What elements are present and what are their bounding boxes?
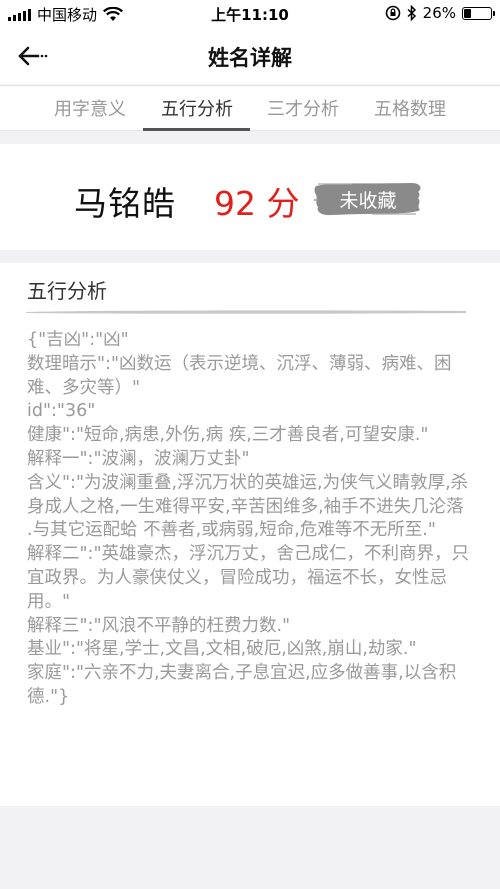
analysis-line: id":"36" [27, 401, 96, 422]
favorite-button[interactable]: 未收藏 [312, 180, 424, 218]
battery-percent: 26% [422, 4, 456, 22]
analysis-line: 解释二":"英雄豪杰，浮沉万丈，舍己成仁，不利商界，只宜政界。为人豪侠仗义，冒险… [27, 544, 469, 612]
battery-fill [464, 8, 471, 18]
tab-character-meaning[interactable]: 用字意义 [50, 95, 130, 121]
page-title: 姓名详解 [208, 46, 292, 70]
name-card: 马铭皓 92 分 未收藏 [0, 144, 500, 250]
orientation-lock-icon [385, 5, 400, 21]
battery-icon [462, 6, 495, 20]
status-right: 26% [385, 4, 495, 22]
analysis-line: 健康":"短命,病患,外伤,病 疾,三才善良者,可望安康." [27, 425, 429, 446]
favorite-label: 未收藏 [339, 189, 397, 212]
status-bar: 中国移动 上午11:10 26% [0, 0, 500, 28]
analysis-line: 解释三":"风浪不平静的枉费力数." [27, 615, 291, 636]
analysis-section: 五行分析 {"吉凶":"凶" 数理暗示":"凶数运（表示逆境、沉浮、薄弱、病难、… [0, 263, 500, 806]
nav-bar: 姓名详解 [0, 28, 500, 84]
analysis-line: 含义":"为波澜重叠,浮沉万状的英雄运,为侠气义睛敦厚,杀身成人之格,一生难得平… [27, 472, 469, 541]
name-label: 马铭皓 [74, 184, 176, 223]
tab-five-elements[interactable]: 五行分析 [157, 95, 237, 121]
tab-bar: 用字意义 五行分析 三才分析 五格数理 [0, 85, 500, 131]
tab-five-grids[interactable]: 五格数理 [370, 95, 450, 121]
analysis-line: 解释一":"波澜，波澜万丈卦" [27, 448, 250, 469]
section-title: 五行分析 [27, 279, 107, 303]
tab-three-talents[interactable]: 三才分析 [263, 95, 343, 121]
analysis-line: 家庭":"六亲不力,夫妻离合,子息宜迟,应多做善事,以含积德."} [27, 663, 457, 707]
analysis-line: 基业":"将星,学士,文昌,文相,破厄,凶煞,崩山,劫家." [27, 639, 417, 660]
bluetooth-icon [407, 5, 416, 21]
active-tab-indicator [143, 128, 250, 131]
analysis-line: {"吉凶":"凶" [27, 330, 129, 350]
brush-divider-icon [26, 310, 466, 314]
analysis-content: {"吉凶":"凶" 数理暗示":"凶数运（表示逆境、沉浮、薄弱、病难、困难、多灾… [27, 329, 473, 710]
score-label: 92 分 [214, 184, 300, 223]
analysis-line: 数理暗示":"凶数运（表示逆境、沉浮、薄弱、病难、困难、多灾等）" [27, 353, 452, 398]
